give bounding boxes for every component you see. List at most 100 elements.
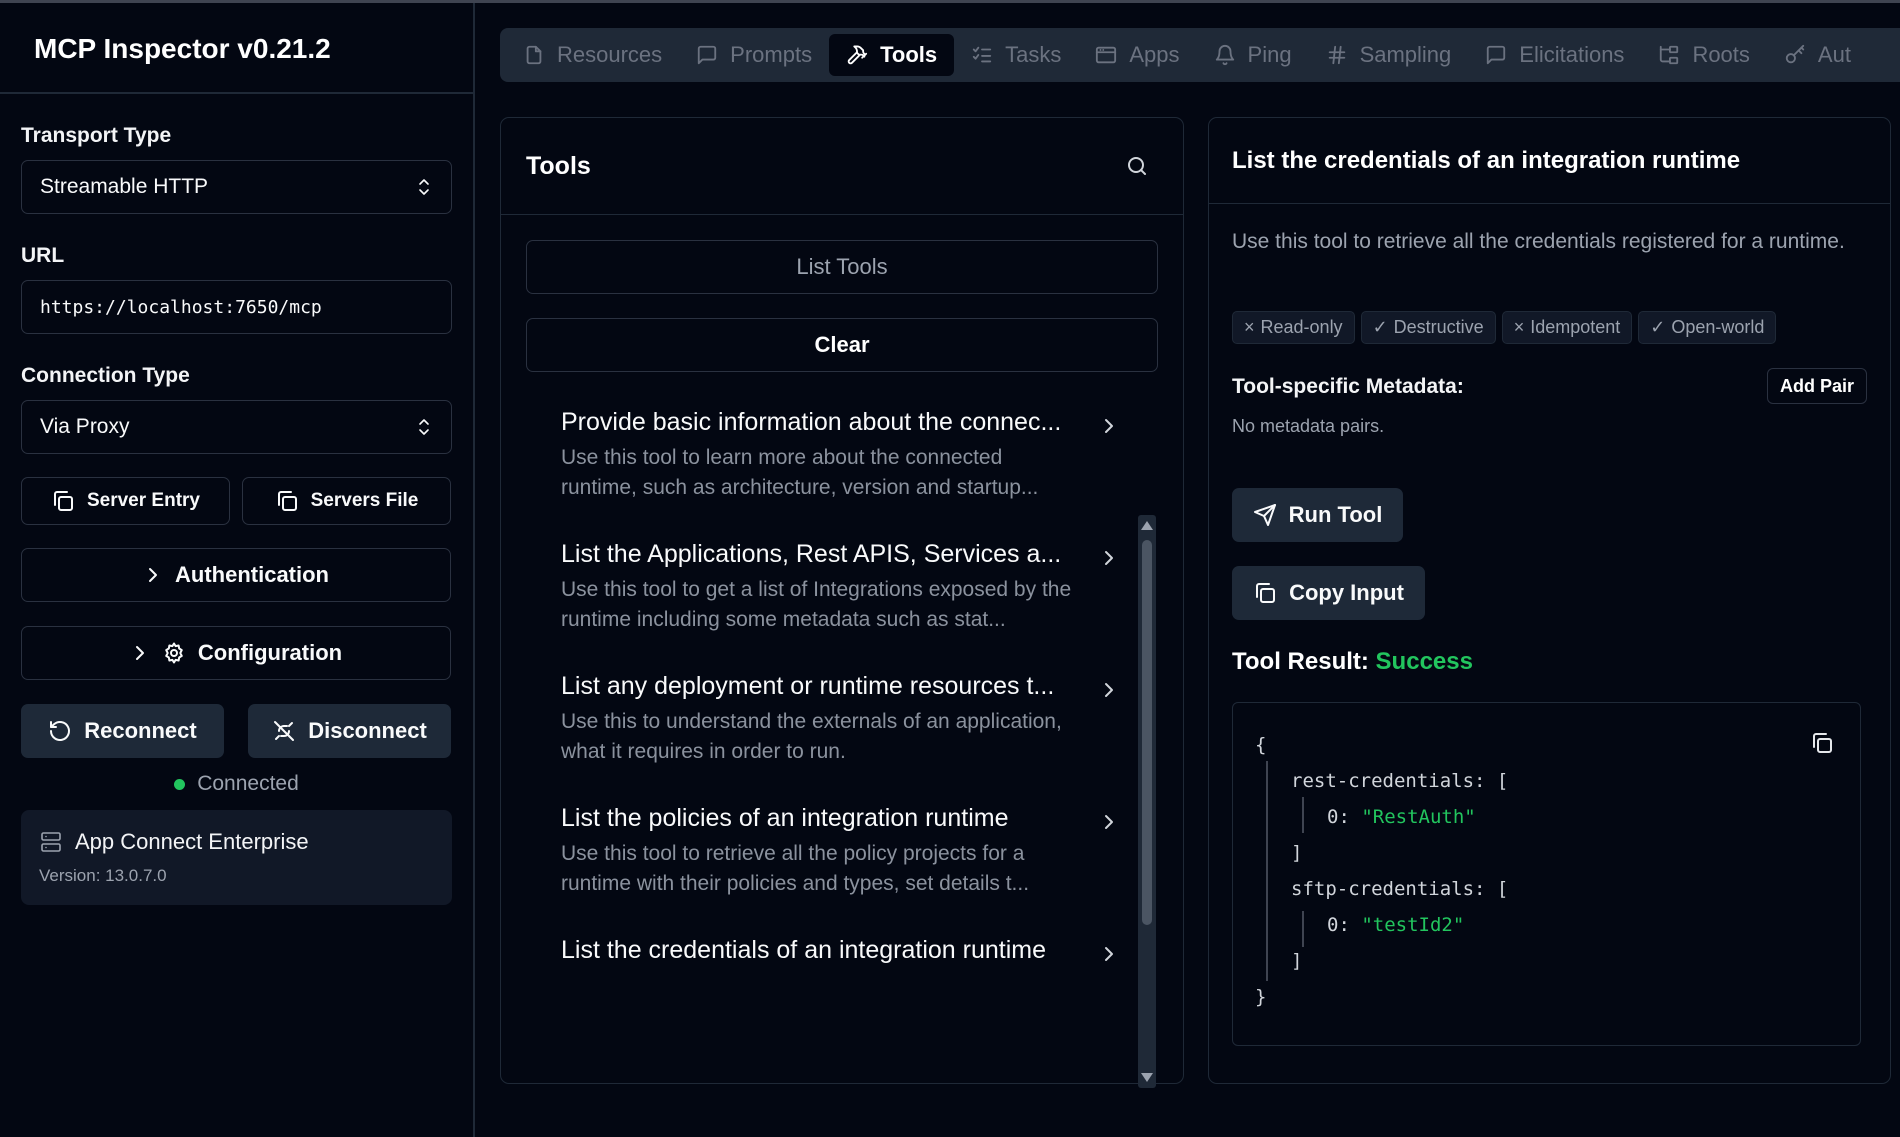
json-line: rest-credentials: [ [1255, 763, 1860, 799]
run-tool-button[interactable]: Run Tool [1232, 488, 1403, 542]
badge-read-only: × Read-only [1232, 311, 1355, 344]
copy-icon [275, 489, 299, 513]
tab-prompts[interactable]: Prompts [679, 34, 829, 76]
indent-guide [1302, 911, 1304, 947]
list-tools-button[interactable]: List Tools [526, 240, 1158, 294]
tool-result-status: Success [1375, 648, 1473, 675]
status-dot-icon [174, 778, 186, 790]
tool-result-json: { rest-credentials: [ 0: "RestAuth" ] sf… [1232, 702, 1861, 1046]
clear-button[interactable]: Clear [526, 318, 1158, 372]
tool-list: Provide basic information about the conn… [537, 396, 1119, 1086]
chevron-right-icon [1099, 944, 1119, 964]
scroll-thumb[interactable] [1142, 540, 1152, 925]
tab-ping[interactable]: Ping [1197, 34, 1309, 76]
tab-label: Prompts [730, 42, 813, 67]
copy-icon[interactable] [1810, 731, 1834, 755]
tab-sampling[interactable]: Sampling [1309, 34, 1469, 76]
json-line: ] [1255, 835, 1860, 871]
connection-status: Connected [21, 772, 452, 796]
add-pair-button[interactable]: Add Pair [1766, 368, 1867, 404]
tab-auth[interactable]: Aut [1767, 34, 1868, 76]
url-value: https://localhost:7650/mcp [40, 296, 322, 318]
copy-input-label: Copy Input [1289, 580, 1404, 605]
url-input[interactable]: https://localhost:7650/mcp [21, 280, 452, 334]
configuration-toggle[interactable]: Configuration [21, 626, 451, 680]
tab-resources[interactable]: Resources [506, 34, 679, 76]
tool-detail-panel: List the credentials of an integration r… [1208, 117, 1891, 1084]
tool-list-item[interactable]: List any deployment or runtime resources… [537, 660, 1119, 792]
servers-file-button[interactable]: Servers File [242, 477, 451, 525]
tool-list-item[interactable]: List the Applications, Rest APIS, Servic… [537, 528, 1119, 660]
url-label: URL [21, 244, 65, 267]
scroll-up-arrow-icon[interactable] [1141, 521, 1153, 530]
settings-gear-icon [162, 641, 186, 665]
sidebar-header: MCP Inspector v0.21.2 [0, 3, 473, 94]
tool-list-scrollbar[interactable] [1138, 515, 1156, 1088]
tool-name: List the policies of an integration runt… [561, 804, 1009, 832]
authentication-label: Authentication [175, 562, 329, 587]
list-checks-icon [971, 44, 993, 66]
json-key: sftp-credentials: [1291, 878, 1486, 900]
chevron-right-icon [130, 643, 150, 663]
json-key: rest-credentials: [1291, 770, 1486, 792]
file-icon [523, 44, 545, 66]
tool-list-item[interactable]: List the policies of an integration runt… [537, 792, 1119, 924]
tab-tools[interactable]: Tools [829, 34, 955, 76]
json-brace: { [1255, 734, 1267, 756]
search-icon[interactable] [1125, 154, 1149, 178]
message-square-icon [1485, 44, 1507, 66]
server-info-card: App Connect Enterprise Version: 13.0.7.0 [21, 810, 452, 905]
transport-type-label: Transport Type [21, 124, 172, 147]
clear-label: Clear [814, 332, 870, 357]
reconnect-label: Reconnect [84, 718, 197, 743]
badge-label: Idempotent [1530, 317, 1621, 337]
tool-name: List the credentials of an integration r… [561, 936, 1046, 964]
badge-idempotent: × Idempotent [1501, 311, 1633, 344]
tools-panel-title: Tools [526, 151, 591, 180]
hash-icon [1326, 44, 1348, 66]
tools-panel: Tools List Tools Clear Provide basic inf… [500, 117, 1184, 1088]
servers-file-label: Servers File [310, 490, 419, 511]
badge-label: Destructive [1393, 317, 1484, 337]
scroll-down-arrow-icon[interactable] [1141, 1073, 1153, 1082]
tab-tasks[interactable]: Tasks [954, 34, 1078, 76]
json-line: 0: "RestAuth" [1255, 799, 1860, 835]
badge-open-world: ✓ Open-world [1638, 311, 1777, 344]
transport-type-select[interactable]: Streamable HTTP [21, 160, 452, 214]
chevrons-up-down-icon [417, 417, 431, 437]
server-icon [39, 830, 63, 854]
annotation-badges: × Read-only ✓ Destructive × Idempotent ✓ Ope… [1232, 311, 1777, 344]
authentication-toggle[interactable]: Authentication [21, 548, 451, 602]
transport-type-value: Streamable HTTP [40, 175, 209, 198]
tab-label: Aut [1817, 42, 1851, 67]
tool-detail-title: List the credentials of an integration r… [1232, 147, 1741, 174]
disconnect-button[interactable]: Disconnect [248, 704, 451, 758]
tool-list-item[interactable]: Provide basic information about the conn… [537, 396, 1119, 528]
run-tool-label: Run Tool [1288, 502, 1383, 527]
tool-description: Use this tool to learn more about the co… [561, 446, 1039, 499]
tab-label: Tasks [1005, 42, 1062, 67]
tab-elicitations[interactable]: Elicitations [1468, 34, 1641, 76]
copy-input-button[interactable]: Copy Input [1232, 566, 1425, 620]
tab-label: Resources [557, 42, 663, 67]
app-title: MCP Inspector v0.21.2 [34, 33, 331, 64]
app-window-icon [1095, 44, 1117, 66]
server-entry-button[interactable]: Server Entry [21, 477, 230, 525]
json-string: "testId2" [1361, 914, 1465, 936]
json-line: sftp-credentials: [ [1255, 871, 1860, 907]
connection-type-select[interactable]: Via Proxy [21, 400, 452, 454]
connection-status-text: Connected [197, 772, 299, 795]
json-line: ] [1255, 943, 1860, 979]
tool-name: Provide basic information about the conn… [561, 408, 1062, 436]
json-string: "RestAuth" [1361, 806, 1476, 828]
tool-detail-description: Use this tool to retrieve all the creden… [1232, 230, 1845, 253]
tab-apps[interactable]: Apps [1078, 34, 1196, 76]
chevrons-up-down-icon [417, 177, 431, 197]
folder-tree-icon [1658, 44, 1680, 66]
tool-list-item[interactable]: List the credentials of an integration r… [537, 924, 1119, 1056]
server-name: App Connect Enterprise [75, 829, 309, 854]
tab-roots[interactable]: Roots [1641, 34, 1766, 76]
json-bracket: [ [1496, 878, 1509, 900]
tab-label: Tools [880, 42, 938, 67]
reconnect-button[interactable]: Reconnect [21, 704, 224, 758]
